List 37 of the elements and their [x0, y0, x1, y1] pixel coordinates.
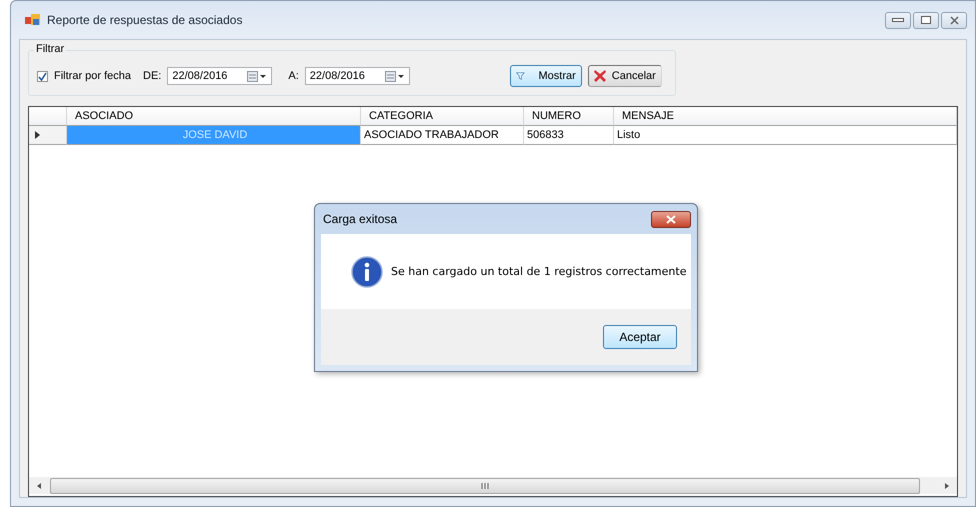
dialog-message: Se han cargado un total de 1 registros correctamente [391, 265, 686, 278]
grip-icon [481, 482, 489, 488]
checkbox-label: Filtrar por fecha [54, 70, 132, 82]
row-header-corner [29, 107, 67, 126]
close-button[interactable] [941, 12, 967, 28]
table-cell[interactable]: 506833 [524, 126, 614, 145]
table-cell[interactable]: Listo [614, 126, 957, 145]
minimize-button[interactable] [885, 12, 911, 28]
app-icon [25, 13, 41, 27]
row-header[interactable] [29, 126, 67, 145]
group-label: Filtrar [34, 43, 66, 55]
calendar-dropdown-icon[interactable] [384, 70, 405, 82]
maximize-icon [921, 16, 931, 24]
cancel-button[interactable]: Cancelar [588, 65, 662, 87]
to-label: A: [288, 70, 299, 82]
column-header[interactable]: MENSAJE [614, 107, 957, 126]
maximize-button[interactable] [913, 12, 939, 28]
window-title: Reporte de respuestas de asociados [47, 13, 242, 27]
info-icon [351, 256, 383, 288]
horizontal-scrollbar[interactable] [29, 477, 957, 494]
dialog-title: Carga exitosa [323, 212, 398, 226]
calendar-dropdown-icon[interactable] [247, 70, 268, 82]
from-label: DE: [143, 70, 162, 82]
column-header[interactable]: NUMERO [524, 107, 614, 126]
close-icon [666, 214, 676, 224]
close-button[interactable] [651, 210, 691, 228]
close-icon [950, 16, 958, 24]
date-picker[interactable]: 22/08/2016 [167, 67, 272, 85]
table-cell[interactable]: ASOCIADO TRABAJADOR [361, 126, 524, 145]
column-header[interactable]: CATEGORIA [361, 107, 524, 126]
date-picker[interactable]: 22/08/2016 [304, 67, 410, 85]
show-button[interactable]: Mostrar [510, 65, 582, 87]
cross-icon [592, 68, 608, 84]
minimize-icon [892, 18, 904, 22]
column-header[interactable]: ASOCIADO [67, 107, 361, 126]
accept-button[interactable]: Aceptar [603, 325, 677, 349]
checkbox[interactable] [37, 70, 48, 82]
